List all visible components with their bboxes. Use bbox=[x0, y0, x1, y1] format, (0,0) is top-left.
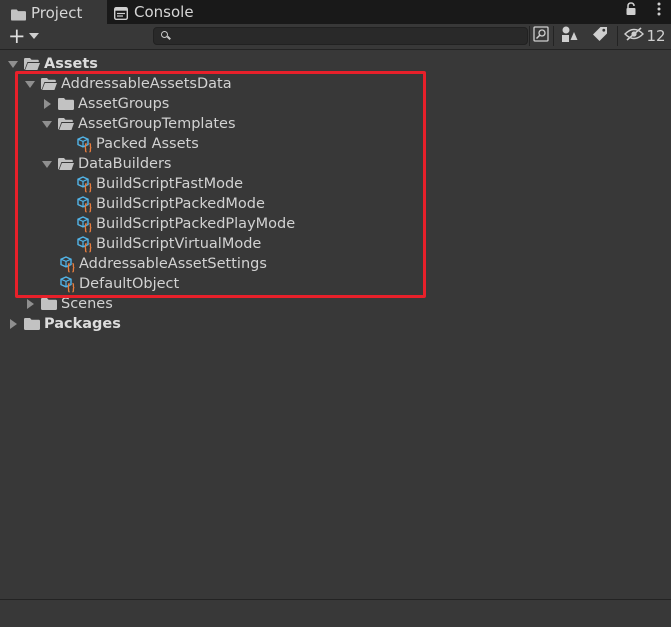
tree-item-label: AddressableAssetSettings bbox=[79, 256, 267, 272]
expand-arrow-icon[interactable] bbox=[25, 80, 35, 88]
tree-item-label: DataBuilders bbox=[78, 156, 172, 172]
tab-project-label: Project bbox=[31, 4, 83, 22]
tree-item-build-script-fast-mode[interactable]: BuildScriptFastMode bbox=[77, 174, 243, 194]
console-icon bbox=[113, 6, 129, 20]
scriptable-object-icon bbox=[77, 136, 94, 153]
expand-arrow-icon[interactable] bbox=[42, 120, 52, 128]
tree-item-label: BuildScriptFastMode bbox=[96, 176, 244, 192]
tree-item-asset-groups[interactable]: AssetGroups bbox=[42, 94, 169, 114]
tree-item-label: BuildScriptPackedMode bbox=[96, 196, 265, 212]
folder-icon bbox=[11, 7, 26, 20]
tree-item-addressable-asset-settings[interactable]: AddressableAssetSettings bbox=[60, 254, 267, 274]
tree-item-addressable-assets-data[interactable]: AddressableAssetsData bbox=[25, 74, 232, 94]
chevron-down-icon bbox=[28, 33, 39, 39]
tree-item-label: BuildScriptPackedPlayMode bbox=[96, 216, 296, 232]
tree-item-data-builders[interactable]: DataBuilders bbox=[42, 154, 171, 174]
scriptable-object-icon bbox=[77, 196, 94, 213]
project-toolbar: + 12 bbox=[0, 24, 671, 50]
tree-item-label: AssetGroups bbox=[78, 96, 170, 112]
tree-item-label: BuildScriptVirtualMode bbox=[96, 236, 262, 252]
collapse-arrow-icon[interactable] bbox=[10, 319, 17, 329]
filter-by-type-button[interactable] bbox=[558, 26, 580, 46]
tree-item-label: AssetGroupTemplates bbox=[78, 116, 236, 132]
collapse-arrow-icon[interactable] bbox=[44, 99, 51, 109]
tree-item-default-object[interactable]: DefaultObject bbox=[60, 274, 179, 294]
scriptable-object-icon bbox=[77, 236, 94, 253]
folder-open-icon bbox=[58, 118, 74, 130]
tree-item-build-script-packed-mode[interactable]: BuildScriptPackedMode bbox=[77, 194, 265, 214]
search-by-type-button[interactable] bbox=[531, 26, 551, 46]
toolbar-divider bbox=[617, 26, 618, 46]
toolbar-divider bbox=[553, 26, 554, 46]
search-input[interactable] bbox=[176, 28, 520, 46]
tree-item-label: Scenes bbox=[61, 296, 113, 312]
tab-console[interactable]: Console bbox=[113, 0, 194, 24]
plus-icon: + bbox=[8, 23, 26, 48]
hidden-count: 12 bbox=[646, 27, 666, 45]
search-icon bbox=[161, 31, 171, 41]
tree-item-label: DefaultObject bbox=[79, 276, 180, 292]
hidden-packages-button[interactable]: 12 bbox=[622, 26, 668, 46]
eye-slash-icon bbox=[624, 27, 645, 45]
filter-by-label-button[interactable] bbox=[589, 26, 611, 46]
more-options-icon[interactable] bbox=[657, 2, 661, 20]
expand-arrow-icon[interactable] bbox=[42, 160, 52, 168]
tree-item-build-script-packed-play-mode[interactable]: BuildScriptPackedPlayMode bbox=[77, 214, 295, 234]
tag-icon bbox=[592, 26, 608, 46]
tree-item-asset-group-templates[interactable]: AssetGroupTemplates bbox=[42, 114, 236, 134]
folder-icon bbox=[24, 318, 40, 330]
tree-item-build-script-virtual-mode[interactable]: BuildScriptVirtualMode bbox=[77, 234, 261, 254]
status-bar bbox=[0, 599, 671, 627]
folder-icon bbox=[41, 298, 57, 310]
lock-icon[interactable] bbox=[625, 2, 637, 20]
tree-item-packed-assets[interactable]: Packed Assets bbox=[77, 134, 199, 154]
scriptable-object-icon bbox=[60, 256, 77, 273]
tree-item-label: Packages bbox=[44, 316, 121, 332]
toolbar-divider bbox=[529, 26, 530, 46]
tab-project[interactable]: Project bbox=[0, 0, 107, 24]
scriptable-object-icon bbox=[77, 176, 94, 193]
expand-arrow-icon[interactable] bbox=[8, 60, 18, 68]
create-button[interactable]: + bbox=[8, 25, 40, 47]
collapse-arrow-icon[interactable] bbox=[27, 299, 34, 309]
folder-open-icon bbox=[41, 78, 57, 90]
tree-item-assets[interactable]: Assets bbox=[8, 54, 98, 74]
tab-bar: Project Console bbox=[0, 0, 671, 24]
search-in-window-icon bbox=[533, 26, 549, 46]
tree-item-packages[interactable]: Packages bbox=[8, 314, 121, 334]
folder-icon bbox=[58, 98, 74, 110]
folder-open-icon bbox=[58, 158, 74, 170]
scriptable-object-icon bbox=[77, 216, 94, 233]
shapes-icon bbox=[561, 26, 578, 46]
tree-item-label: AddressableAssetsData bbox=[61, 76, 232, 92]
folder-open-icon bbox=[24, 58, 40, 70]
tree-item-label: Packed Assets bbox=[96, 136, 199, 152]
tree-item-scenes[interactable]: Scenes bbox=[25, 294, 113, 314]
tab-console-label: Console bbox=[134, 3, 194, 21]
search-field[interactable] bbox=[153, 27, 528, 46]
tree-item-label: Assets bbox=[44, 56, 98, 72]
scriptable-object-icon bbox=[60, 276, 77, 293]
